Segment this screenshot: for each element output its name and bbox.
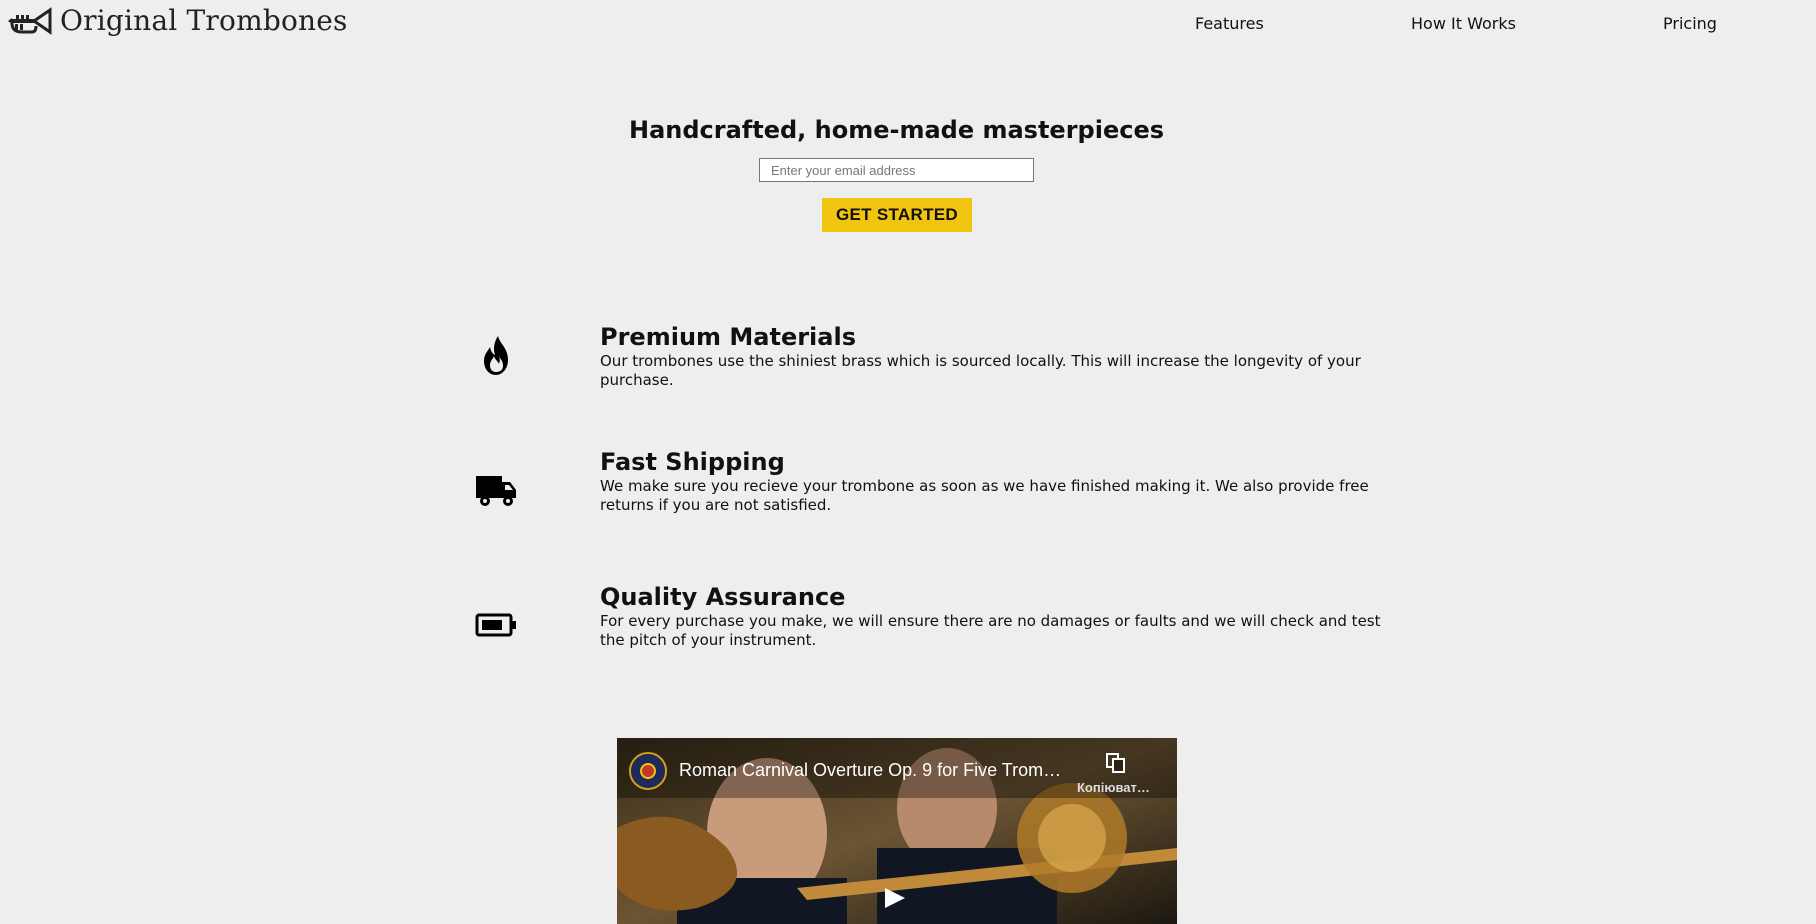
feature-desc-quality-assurance: For every purchase you make, we will ens…	[600, 612, 1381, 649]
trumpet-icon	[8, 7, 52, 35]
feature-title-quality-assurance: Quality Assurance	[600, 583, 846, 611]
play-icon[interactable]	[881, 886, 907, 910]
copy-link-label[interactable]: Копіюват…	[1077, 780, 1163, 795]
feature-title-fast-shipping: Fast Shipping	[600, 448, 785, 476]
truck-icon	[476, 476, 516, 506]
site-header: Original Trombones Features How It Works…	[0, 0, 1816, 50]
video-player[interactable]: Roman Carnival Overture Op. 9 for Five T…	[617, 738, 1177, 924]
feature-desc-premium-materials: Our trombones use the shiniest brass whi…	[600, 352, 1361, 389]
battery-icon	[475, 613, 516, 637]
feature-title-premium-materials: Premium Materials	[600, 323, 856, 351]
video-title[interactable]: Roman Carnival Overture Op. 9 for Five T…	[679, 760, 1069, 781]
feature-desc-fast-shipping: We make sure you recieve your trombone a…	[600, 477, 1369, 514]
get-started-button[interactable]: GET STARTED	[822, 198, 972, 232]
hero-title: Handcrafted, home-made masterpieces	[628, 116, 1165, 144]
copy-icon[interactable]	[1105, 752, 1127, 774]
brand-name: Original Trombones	[60, 4, 348, 37]
nav-link-features[interactable]: Features	[1195, 14, 1264, 33]
fire-icon	[484, 336, 508, 375]
channel-avatar[interactable]	[629, 752, 667, 790]
nav-link-pricing[interactable]: Pricing	[1663, 14, 1717, 33]
brand-logo[interactable]: Original Trombones	[6, 4, 348, 38]
email-input[interactable]	[759, 158, 1034, 182]
nav-link-how-it-works[interactable]: How It Works	[1411, 14, 1516, 33]
